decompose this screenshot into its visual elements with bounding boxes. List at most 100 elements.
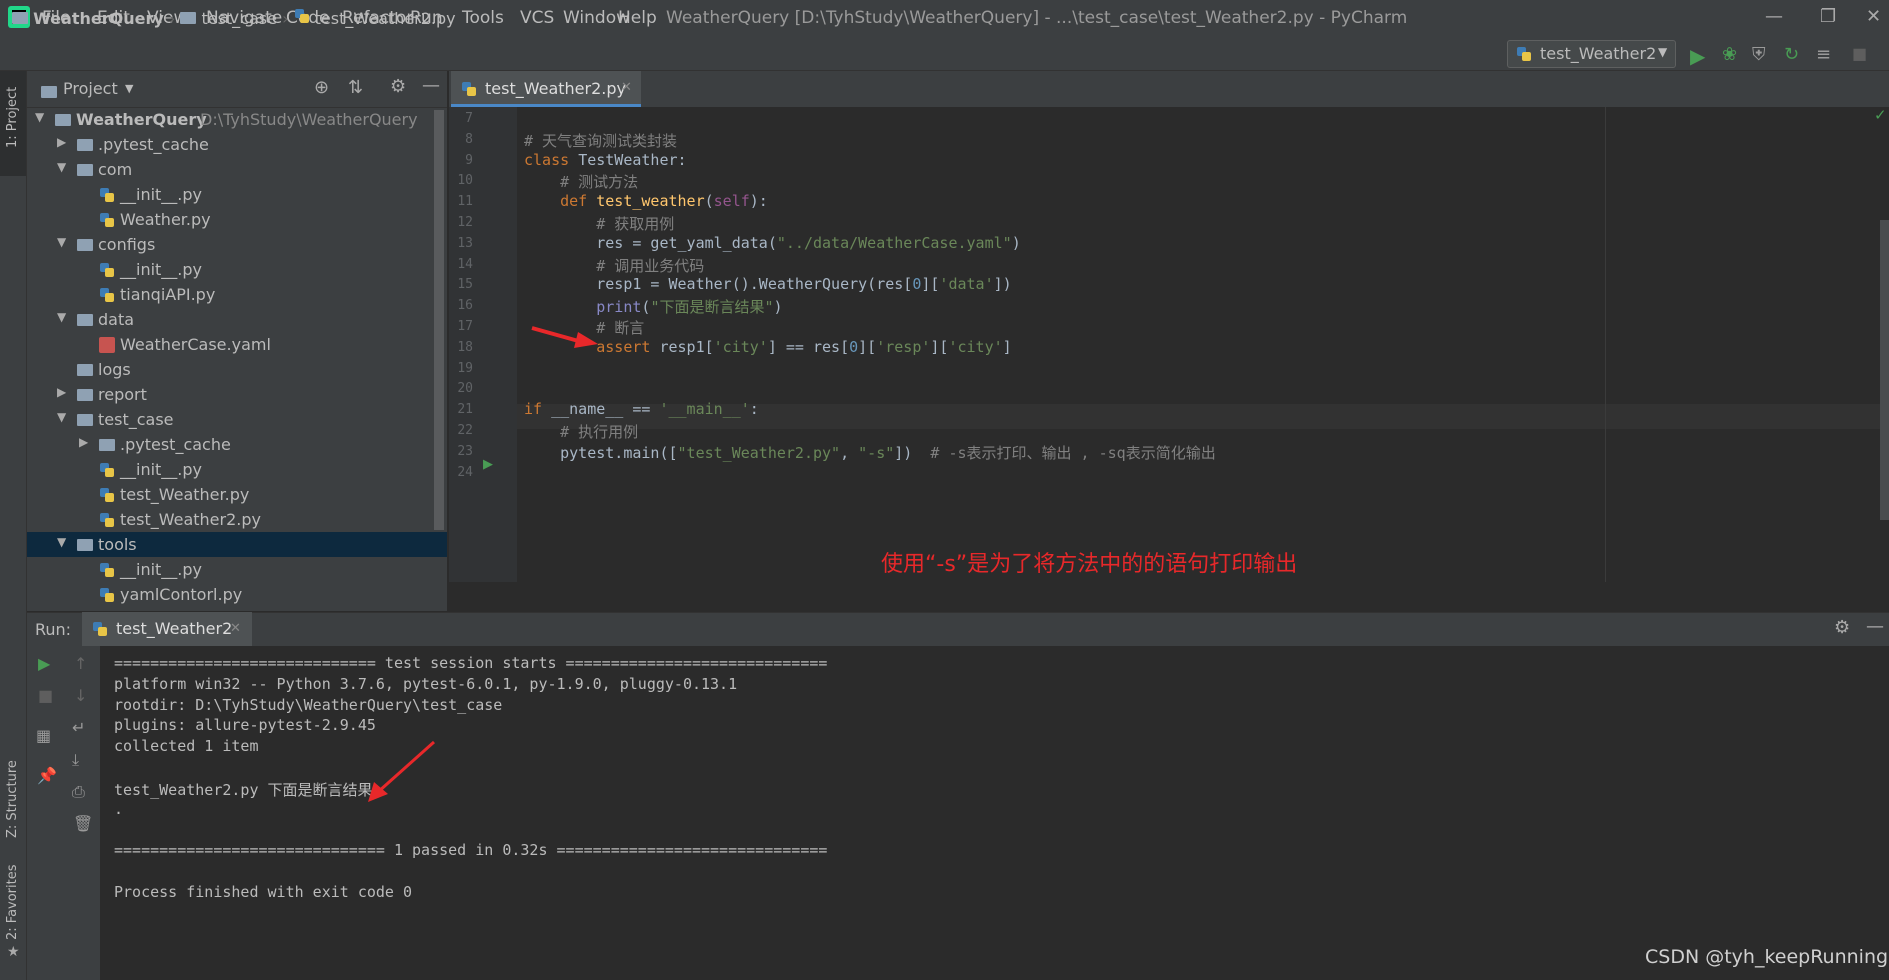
chevron-down-icon[interactable]: ▼ (125, 82, 133, 95)
tree-item[interactable]: test_Weather.py (27, 482, 447, 507)
chevron-down-icon[interactable]: ▼ (57, 160, 66, 174)
chevron-right-icon[interactable]: ▶ (79, 435, 88, 449)
tree-item[interactable]: ▼ tools (27, 532, 447, 557)
line-number: 7 (465, 111, 473, 126)
python-file-icon (99, 187, 115, 203)
python-file-icon (99, 587, 115, 603)
code-line: pytest.main(["test_Weather2.py", "-s"]) … (524, 442, 1216, 463)
locate-icon[interactable]: ⊕ (314, 77, 329, 98)
code-token: ): (749, 192, 768, 211)
collapse-all-icon[interactable]: ⇅ (348, 77, 363, 98)
yaml-file-icon (99, 337, 115, 353)
gear-icon[interactable]: ⚙ (390, 76, 406, 97)
soft-wrap-icon[interactable]: ↵ (72, 718, 85, 737)
tree-item[interactable]: test_Weather2.py (27, 507, 447, 532)
breadcrumb-project[interactable]: WeatherQuery (33, 9, 164, 28)
console-line: collected 1 item (114, 737, 259, 756)
debug-icon[interactable]: ❀ (1722, 44, 1742, 65)
tree-item-label: tools (98, 535, 137, 554)
rerun-icon[interactable]: ▶ (38, 654, 50, 673)
python-file-icon (99, 262, 115, 278)
tree-item[interactable]: WeatherCase.yaml (27, 332, 447, 357)
tree-item[interactable]: tianqiAPI.py (27, 282, 447, 307)
tree-item[interactable]: Weather.py (27, 207, 447, 232)
editor-scrollbar[interactable] (1880, 220, 1889, 520)
coverage-icon[interactable]: ⛨ (1752, 44, 1772, 65)
hide-icon[interactable]: — (422, 75, 440, 96)
code-token: def (560, 192, 597, 211)
chevron-down-icon[interactable]: ▼ (35, 110, 44, 124)
tree-item[interactable]: ▼ configs (27, 232, 447, 257)
run-config-selector[interactable]: test_Weather2 ▼ (1507, 40, 1676, 68)
tree-item[interactable]: ▶ report (27, 382, 447, 407)
tree-item-label: tianqiAPI.py (120, 285, 216, 304)
tree-item[interactable]: ▶ .pytest_cache (27, 132, 447, 157)
favorites-side-tab[interactable]: 2: Favorites (5, 864, 20, 940)
layout-icon[interactable]: ▦ (36, 726, 51, 745)
tree-item[interactable]: ▼ test_case (27, 407, 447, 432)
tree-item[interactable]: yamlContorl.py (27, 582, 447, 607)
stop-icon[interactable]: ■ (38, 686, 53, 705)
close-icon[interactable]: ✕ (1866, 6, 1881, 27)
breadcrumb-folder[interactable]: test_case (201, 9, 277, 28)
inspection-ok-icon[interactable]: ✓ (1874, 106, 1887, 124)
chevron-right-icon[interactable]: ▶ (57, 385, 66, 399)
folder-icon (77, 414, 93, 426)
menu-vcs[interactable]: VCS (520, 8, 554, 28)
chevron-down-icon[interactable]: ▼ (57, 410, 66, 424)
chevron-down-icon[interactable]: ▼ (57, 535, 66, 549)
tree-item[interactable]: __init__.py (27, 182, 447, 207)
minimize-icon[interactable]: — (1765, 6, 1783, 27)
tree-item[interactable]: __init__.py (27, 457, 447, 482)
trash-icon[interactable]: 🗑 (73, 814, 93, 833)
code-token: "test_Weather2.py" (677, 443, 841, 462)
tree-item[interactable]: logs (27, 357, 447, 382)
project-view-icon (41, 86, 57, 98)
arrow-up-icon[interactable]: ↑ (74, 654, 87, 673)
pin-icon[interactable]: 📌 (37, 766, 57, 785)
gear-icon[interactable]: ⚙ (1834, 617, 1850, 638)
tree-item[interactable]: ▼ com (27, 157, 447, 182)
tree-item[interactable]: ▼ WeatherQuery D:\TyhStudy\WeatherQuery (27, 107, 447, 132)
print-icon[interactable]: ⎙ (72, 782, 85, 802)
arrow-down-icon[interactable]: ↓ (74, 686, 87, 705)
chevron-right-icon[interactable]: ▶ (57, 135, 66, 149)
run-gutter-icon[interactable]: ▶ (483, 457, 493, 472)
structure-side-tab[interactable]: Z: Structure (5, 760, 20, 838)
code-token: TestWeather: (578, 150, 687, 169)
tree-item-label: test_Weather.py (120, 485, 250, 504)
project-side-tab[interactable]: 1: Project (5, 87, 20, 148)
profile-icon[interactable]: ↻ (1784, 44, 1804, 65)
menu-tools[interactable]: Tools (462, 8, 504, 28)
hide-icon[interactable]: — (1866, 616, 1884, 637)
restore-icon[interactable]: ❐ (1820, 6, 1836, 27)
code-line: # 测试方法 (524, 171, 638, 192)
run-icon[interactable]: ▶ (1690, 44, 1710, 68)
folder-icon (99, 439, 115, 451)
stop-icon[interactable]: ■ (1852, 44, 1872, 64)
build-icon[interactable]: ≡ (1816, 44, 1836, 65)
console-line: Process finished with exit code 0 (114, 882, 413, 901)
close-tab-icon[interactable]: ✕ (621, 80, 632, 95)
chevron-down-icon[interactable]: ▼ (57, 310, 66, 324)
breadcrumb: WeatherQuery › test_case › test_Weather2… (12, 8, 456, 28)
left-tool-stripe (0, 71, 27, 980)
run-config-label: test_Weather2 (1540, 44, 1657, 63)
menu-help[interactable]: Help (618, 8, 657, 28)
project-panel-title[interactable]: Project (63, 79, 118, 98)
tree-item[interactable]: __init__.py (27, 557, 447, 582)
scroll-to-end-icon[interactable]: ⤓ (72, 750, 79, 770)
tree-item[interactable]: __init__.py (27, 257, 447, 282)
breadcrumb-file[interactable]: test_Weather2.py (315, 9, 456, 28)
python-file-icon (99, 212, 115, 228)
chevron-down-icon[interactable]: ▼ (57, 235, 66, 249)
tree-item[interactable]: ▶ .pytest_cache (27, 432, 447, 457)
editor-tab[interactable]: test_Weather2.py ✕ (451, 71, 641, 107)
project-scrollbar[interactable] (434, 110, 444, 530)
tree-item[interactable]: ▼ data (27, 307, 447, 332)
close-tab-icon[interactable]: ✕ (230, 621, 241, 636)
run-tab[interactable]: test_Weather2 ✕ (82, 612, 252, 646)
tree-item-label: report (98, 385, 147, 404)
